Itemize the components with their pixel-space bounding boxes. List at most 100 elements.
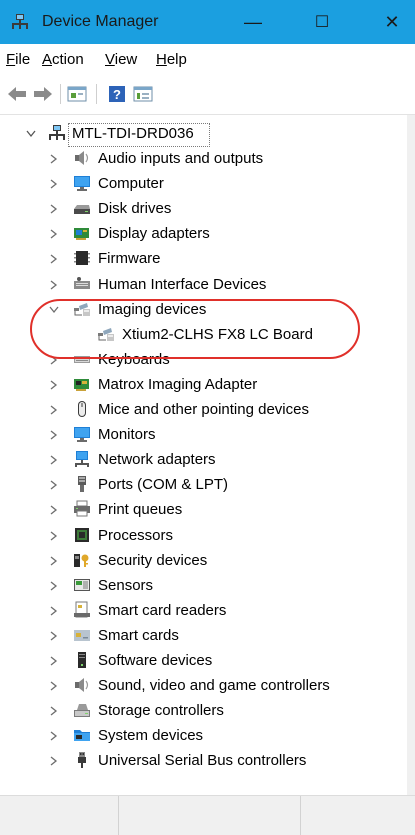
expand-chevron-icon[interactable]	[49, 204, 59, 214]
back-arrow-icon[interactable]	[6, 84, 28, 104]
expand-chevron-icon[interactable]	[49, 405, 59, 415]
annotation-highlight-ellipse	[30, 299, 360, 359]
tree-category-label: Software devices	[98, 652, 213, 669]
tree-root-label: MTL-TDI-DRD036	[72, 125, 194, 142]
tree-category-label: Smart cards	[98, 626, 179, 644]
expand-chevron-icon[interactable]	[26, 129, 36, 139]
tree-category-item[interactable]: Network adapters	[0, 447, 407, 472]
menu-bar: File Action View Help	[0, 44, 415, 74]
tree-category-label: Computer	[98, 175, 164, 193]
expand-chevron-icon[interactable]	[49, 279, 59, 290]
expand-chevron-icon[interactable]	[49, 430, 59, 440]
tree-root-item[interactable]: MTL-TDI-DRD036	[0, 121, 407, 146]
tree-category-label: Disk drives	[98, 200, 172, 218]
toolbar-separator	[96, 84, 97, 104]
tree-category-item[interactable]: Sensors	[0, 573, 407, 598]
expand-chevron-icon[interactable]	[49, 229, 59, 239]
tree-category-item[interactable]: Universal Serial Bus controllers	[0, 748, 407, 773]
tree-category-item[interactable]: Processors	[0, 523, 407, 548]
tree-category-item[interactable]: Audio inputs and outputs	[0, 146, 407, 171]
expand-chevron-icon[interactable]	[49, 656, 59, 666]
tree-category-item[interactable]: Monitors	[0, 422, 407, 447]
tree-category-item[interactable]: Print queues	[0, 497, 407, 522]
tree-category-item[interactable]: Disk drives	[0, 196, 407, 221]
monitor-icon	[74, 176, 90, 192]
tree-category-item[interactable]: Smart cards	[0, 623, 407, 648]
menu-file[interactable]: File	[6, 51, 30, 68]
tree-category-item[interactable]: Human Interface Devices	[0, 272, 407, 297]
expand-chevron-icon[interactable]	[49, 756, 59, 766]
monitor-icon	[74, 427, 90, 443]
tree-category-item[interactable]: Computer	[0, 171, 407, 196]
expand-chevron-icon[interactable]	[49, 556, 59, 566]
system-folder-icon	[74, 730, 90, 742]
expand-chevron-icon[interactable]	[49, 480, 59, 490]
expand-chevron-icon[interactable]	[49, 254, 59, 264]
tree-category-item[interactable]: Software devices	[0, 648, 407, 673]
tree-category-item[interactable]: Smart card readers	[0, 598, 407, 623]
expand-chevron-icon[interactable]	[49, 505, 59, 515]
printer-icon	[74, 500, 90, 517]
expand-chevron-icon[interactable]	[49, 380, 59, 390]
status-bar	[0, 795, 415, 835]
tree-category-item[interactable]: System devices	[0, 723, 407, 748]
svg-text:?: ?	[113, 87, 121, 102]
tree-category-item[interactable]: Sound, video and game controllers	[0, 673, 407, 698]
tree-category-label: Human Interface Devices	[98, 275, 267, 293]
expand-chevron-icon[interactable]	[49, 731, 59, 741]
network-icon	[75, 451, 89, 468]
tree-category-label: Ports (COM & LPT)	[98, 476, 229, 494]
show-hidden-icon[interactable]	[132, 84, 154, 104]
vertical-scrollbar[interactable]	[407, 115, 415, 795]
expand-chevron-icon[interactable]	[49, 455, 59, 465]
properties-icon[interactable]	[66, 84, 88, 104]
security-key-icon	[74, 553, 89, 567]
tree-category-item[interactable]: Firmware	[0, 246, 407, 271]
expand-chevron-icon[interactable]	[49, 154, 59, 164]
maximize-button[interactable]: ☐	[299, 0, 345, 44]
tree-category-label: Sensors	[98, 576, 154, 594]
tree-category-item[interactable]: Security devices	[0, 548, 407, 573]
tree-category-label: Smart card readers	[98, 601, 227, 619]
storage-controller-icon	[74, 704, 90, 718]
disk-drive-icon	[74, 205, 90, 215]
expand-chevron-icon[interactable]	[49, 179, 59, 189]
tree-category-item[interactable]: Matrox Imaging Adapter	[0, 372, 407, 397]
adapter-card-icon	[74, 378, 89, 391]
expand-chevron-icon[interactable]	[49, 706, 59, 716]
tree-category-label: Storage controllers	[98, 702, 224, 720]
expand-chevron-icon[interactable]	[49, 681, 59, 691]
firmware-icon	[74, 251, 90, 266]
tree-category-label: Monitors	[98, 426, 156, 444]
menu-view[interactable]: View	[105, 51, 137, 68]
tree-category-label: Processors	[98, 526, 174, 544]
close-button[interactable]: ✕	[369, 0, 415, 44]
tree-category-label: Audio inputs and outputs	[98, 150, 264, 167]
speaker-icon	[75, 678, 89, 693]
expand-chevron-icon[interactable]	[49, 581, 59, 591]
tree-category-label: Security devices	[98, 551, 208, 569]
smart-card-icon	[74, 629, 90, 641]
tree-category-item[interactable]: Ports (COM & LPT)	[0, 472, 407, 497]
usb-icon	[78, 752, 86, 769]
tree-category-item[interactable]: Storage controllers	[0, 698, 407, 723]
help-icon[interactable]: ?	[106, 84, 128, 104]
forward-arrow-icon[interactable]	[32, 84, 54, 104]
mouse-icon	[78, 401, 86, 417]
menu-help[interactable]: Help	[156, 51, 187, 68]
tree-category-item[interactable]: Mice and other pointing devices	[0, 397, 407, 422]
expand-chevron-icon[interactable]	[49, 606, 59, 616]
title-bar[interactable]: Device Manager — ☐ ✕	[0, 0, 415, 44]
tree-category-label: Sound, video and game controllers	[98, 677, 330, 695]
expand-chevron-icon[interactable]	[49, 631, 59, 641]
port-icon	[78, 476, 86, 493]
window-title: Device Manager	[42, 13, 159, 30]
minimize-button[interactable]: —	[230, 0, 276, 44]
menu-action[interactable]: Action	[42, 51, 84, 68]
display-adapter-icon	[74, 228, 89, 241]
device-tree[interactable]: MTL-TDI-DRD036 Audio inputs and outputs C…	[0, 115, 407, 795]
tree-category-item[interactable]: Display adapters	[0, 221, 407, 246]
toolbar-separator	[60, 84, 61, 104]
status-divider	[300, 796, 301, 835]
expand-chevron-icon[interactable]	[49, 530, 59, 541]
